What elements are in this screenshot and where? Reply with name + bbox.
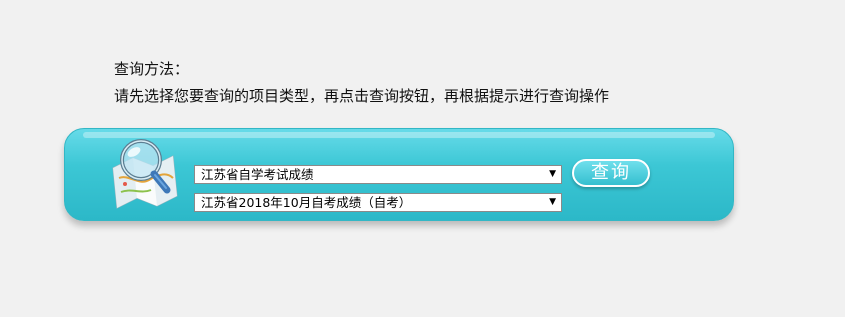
exam-session-select-value: 江苏省2018年10月自考成绩（自考） xyxy=(201,195,412,210)
exam-session-select[interactable]: 江苏省2018年10月自考成绩（自考） ▼ xyxy=(194,193,562,212)
search-button[interactable]: 查询 xyxy=(572,159,650,187)
map-magnifier-icon xyxy=(112,139,178,209)
instructions: 查询方法： 请先选择您要查询的项目类型，再点击查询按钮，再根据提示进行查询操作 xyxy=(114,56,609,110)
exam-type-select-value: 江苏省自学考试成绩 xyxy=(201,167,314,182)
exam-type-select[interactable]: 江苏省自学考试成绩 ▼ xyxy=(194,165,562,184)
chevron-down-icon: ▼ xyxy=(549,197,556,207)
query-panel: 江苏省自学考试成绩 ▼ 江苏省2018年10月自考成绩（自考） ▼ 查询 xyxy=(64,128,734,221)
instructions-heading: 查询方法： xyxy=(114,60,190,78)
chevron-down-icon: ▼ xyxy=(549,169,556,179)
instructions-body: 请先选择您要查询的项目类型，再点击查询按钮，再根据提示进行查询操作 xyxy=(114,87,610,105)
